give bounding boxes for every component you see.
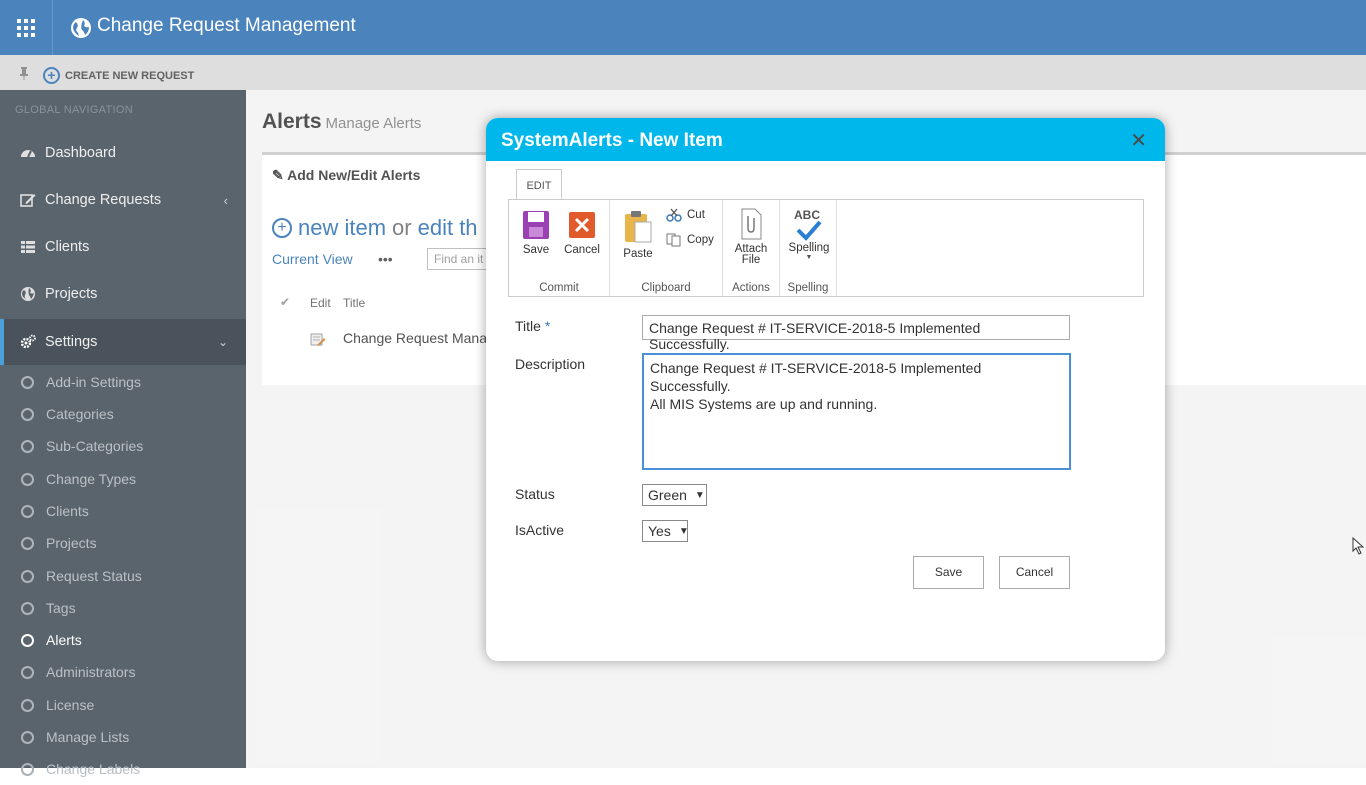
dialog-title: SystemAlerts - New Item <box>501 130 723 151</box>
save-button[interactable]: Save <box>913 556 984 589</box>
ribbon-group-label: Clipboard <box>641 282 691 294</box>
dialog-header: SystemAlerts - New Item ✕ <box>486 118 1165 161</box>
copy-icon <box>666 233 681 247</box>
scissors-icon <box>666 208 682 222</box>
ribbon-paste-label: Paste <box>623 248 653 260</box>
save-icon <box>523 211 549 239</box>
ribbon-group-label: Actions <box>732 282 770 294</box>
ribbon-cancel-button[interactable]: Cancel <box>562 210 602 256</box>
dropdown-arrow-icon: ▼ <box>805 254 813 261</box>
ribbon-group-clipboard: Paste Cut Copy Clipboard <box>610 200 723 296</box>
paste-icon <box>625 211 652 243</box>
ribbon-group-label: Spelling <box>787 282 829 294</box>
status-select[interactable]: Green ▼ <box>642 484 707 506</box>
title-input[interactable]: Change Request # IT-SERVICE-2018-5 Imple… <box>642 315 1070 352</box>
ribbon-cancel-label: Cancel <box>564 244 600 256</box>
title-label-text: Title <box>515 318 541 334</box>
ribbon-cut-label: Cut <box>687 209 705 221</box>
ribbon-group-commit: Save Cancel Commit <box>509 200 610 296</box>
mouse-cursor-icon <box>1352 537 1364 555</box>
new-item-dialog: SystemAlerts - New Item ✕ EDIT Save Canc… <box>486 118 1165 661</box>
required-mark: * <box>544 318 551 334</box>
status-label: Status <box>515 486 555 502</box>
ribbon-paste-button[interactable]: Paste <box>620 210 656 260</box>
ribbon-file-label: File <box>741 254 761 266</box>
description-label: Description <box>515 356 586 372</box>
ribbon-save-button[interactable]: Save <box>519 210 553 256</box>
ribbon-copy-label: Copy <box>687 234 714 246</box>
dropdown-arrow-icon: ▼ <box>678 525 689 537</box>
dropdown-arrow-icon: ▼ <box>694 489 705 501</box>
ribbon: Save Cancel Commit Paste Cut Copy Clipbo… <box>508 199 1144 297</box>
close-icon[interactable]: ✕ <box>1130 128 1147 153</box>
cancel-button[interactable]: Cancel <box>999 556 1070 589</box>
isactive-label: IsActive <box>515 522 565 538</box>
ribbon-cut-button[interactable]: Cut <box>666 208 705 222</box>
ribbon-save-label: Save <box>522 244 550 256</box>
ribbon-copy-button[interactable]: Copy <box>666 233 714 247</box>
status-value: Green <box>648 487 687 503</box>
ribbon-spelling-button[interactable]: ABC Spelling ▼ <box>783 208 835 261</box>
spelling-icon: ABC <box>794 208 824 242</box>
ribbon-group-label: Commit <box>539 282 579 294</box>
paperclip-icon <box>741 208 762 240</box>
ribbon-spelling-label: Spelling <box>788 242 830 254</box>
ribbon-attach-file-button[interactable]: Attach File <box>729 208 773 266</box>
ribbon-group-spelling: ABC Spelling ▼ Spelling <box>780 200 837 296</box>
tab-edit[interactable]: EDIT <box>516 169 562 201</box>
title-label: Title * <box>515 318 550 334</box>
description-textarea[interactable]: Change Request # IT-SERVICE-2018-5 Imple… <box>642 353 1071 470</box>
ribbon-group-actions: Attach File Actions <box>723 200 780 296</box>
isactive-value: Yes <box>648 523 671 539</box>
cancel-icon <box>569 212 595 238</box>
isactive-select[interactable]: Yes ▼ <box>642 520 689 542</box>
